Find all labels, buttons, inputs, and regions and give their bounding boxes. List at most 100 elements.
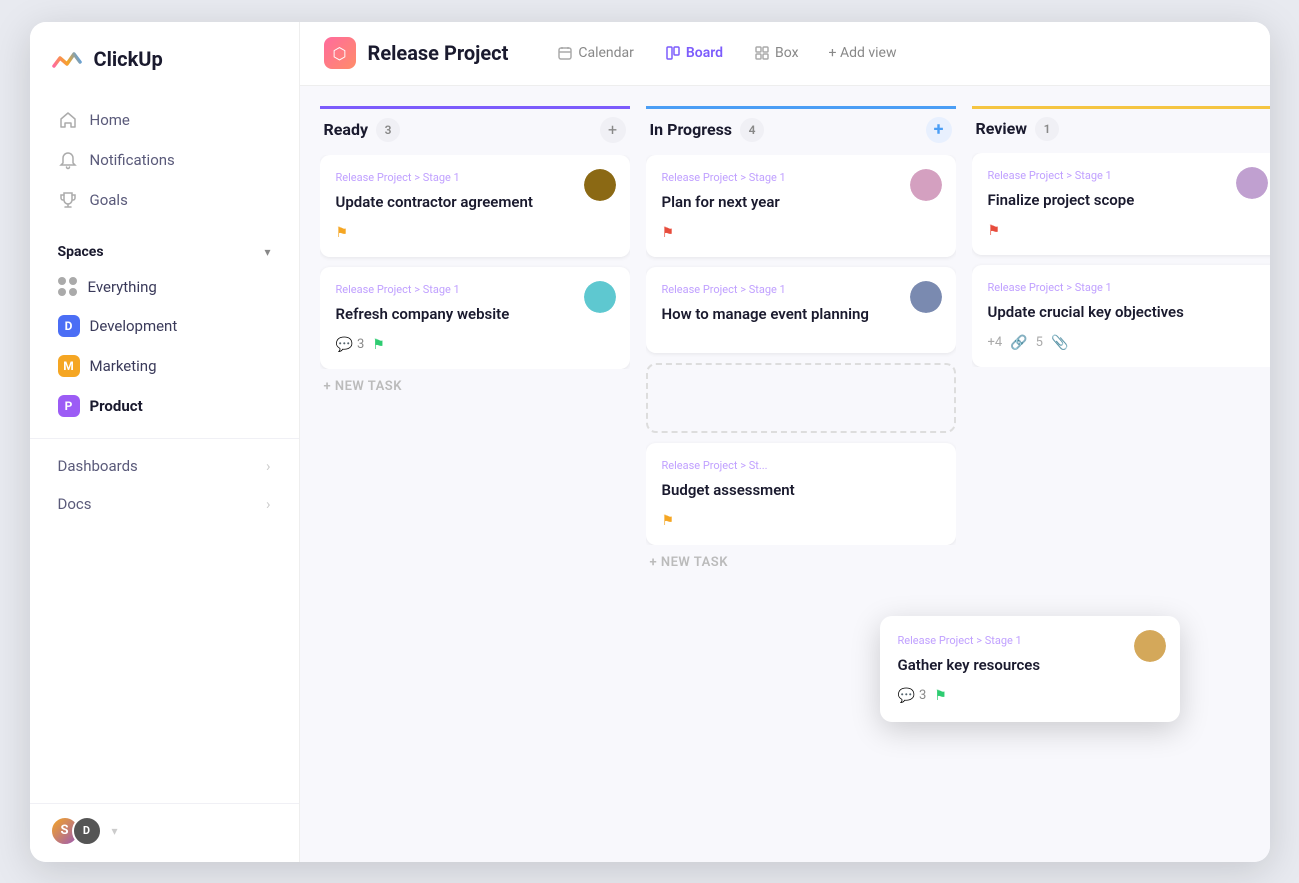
card-meta-5: Release Project > St...: [662, 459, 940, 472]
paperclip-icon-7: 🔗: [1010, 335, 1027, 351]
chevron-down-icon[interactable]: ▾: [264, 245, 270, 259]
tab-box[interactable]: Box: [741, 39, 813, 67]
card-footer-7: +4 🔗 5 📎: [988, 335, 1266, 351]
sidebar-item-goals[interactable]: Goals: [38, 180, 291, 220]
clickup-logo-icon: [50, 42, 84, 76]
user-dropdown-icon[interactable]: ▾: [112, 824, 118, 838]
board-wrapper: Ready 3 + Release Project > Stage 1 Upda…: [300, 86, 1270, 862]
column-header-ready: Ready 3 +: [320, 106, 630, 155]
card-meta-text-2: Release Project > Stage 1: [336, 283, 460, 296]
avatar-circle-6: [1236, 167, 1268, 199]
card-footer-1: ⚑: [336, 225, 614, 241]
sidebar-item-product[interactable]: P Product: [38, 386, 291, 426]
sidebar-item-docs[interactable]: Docs ›: [38, 485, 291, 523]
floating-card-meta: Release Project > Stage 1: [898, 634, 1162, 647]
card-avatar-2: [584, 281, 616, 313]
calendar-tab-label: Calendar: [578, 45, 634, 61]
attachment-icon-7: 📎: [1051, 335, 1068, 351]
avatar-circle-4: [910, 281, 942, 313]
tab-calendar[interactable]: Calendar: [544, 39, 648, 67]
goals-label: Goals: [90, 191, 128, 209]
product-label: Product: [90, 397, 143, 415]
card-meta-1: Release Project > Stage 1: [336, 171, 614, 184]
attachment-count-7: 5: [1036, 335, 1043, 350]
card-title-2: Refresh company website: [336, 304, 614, 325]
card-meta-text-7: Release Project > Stage 1: [988, 281, 1112, 294]
spaces-label: Spaces: [58, 244, 104, 260]
floating-card[interactable]: ✛ Release Project > Stage 1 Gather key r…: [880, 616, 1180, 722]
column-add-in-progress[interactable]: +: [926, 117, 952, 143]
flag-red-icon-3: ⚑: [662, 225, 675, 241]
floating-card-title: Gather key resources: [898, 655, 1162, 676]
card-meta-text-1: Release Project > Stage 1: [336, 171, 460, 184]
new-task-in-progress[interactable]: + NEW TASK: [646, 545, 956, 580]
sidebar-item-dashboards[interactable]: Dashboards ›: [38, 447, 291, 485]
card-drop-zone: [646, 363, 956, 433]
sidebar-item-everything[interactable]: Everything: [38, 268, 291, 306]
comment-icon-2: 💬: [336, 337, 353, 353]
avatar-circle-2: [584, 281, 616, 313]
card-update-objectives[interactable]: Release Project > Stage 1 Update crucial…: [972, 265, 1270, 367]
floating-comment-icon: 💬: [898, 688, 915, 704]
card-plan-next-year[interactable]: Release Project > Stage 1 Plan for next …: [646, 155, 956, 257]
column-count-in-progress: 4: [740, 118, 764, 142]
card-budget-assessment[interactable]: Release Project > St... Budget assessmen…: [646, 443, 956, 545]
board-icon: [666, 46, 680, 60]
top-bar: ⬡ Release Project Calendar Board: [300, 22, 1270, 86]
docs-label: Docs: [58, 495, 92, 513]
floating-flag-icon: ⚑: [934, 688, 947, 704]
dashboards-arrow-icon: ›: [266, 457, 271, 475]
everything-label: Everything: [88, 278, 157, 296]
column-ready: Ready 3 + Release Project > Stage 1 Upda…: [320, 106, 630, 404]
home-label: Home: [90, 111, 130, 129]
sidebar-item-notifications[interactable]: Notifications: [38, 140, 291, 180]
board-area: Ready 3 + Release Project > Stage 1 Upda…: [300, 86, 1270, 862]
view-tabs: Calendar Board Box: [544, 39, 908, 67]
column-count-ready: 3: [376, 118, 400, 142]
column-in-progress: In Progress 4 + Release Project > Stage …: [646, 106, 956, 580]
card-meta-text-4: Release Project > Stage 1: [662, 283, 786, 296]
development-label: Development: [90, 317, 178, 335]
card-meta-4: Release Project > Stage 1: [662, 283, 940, 296]
user-area: S D ▾: [30, 803, 299, 846]
card-title-7: Update crucial key objectives: [988, 302, 1266, 323]
column-title-ready: Ready: [324, 120, 369, 139]
card-refresh-website[interactable]: Release Project > Stage 1 Refresh compan…: [320, 267, 630, 369]
flag-green-icon-2: ⚑: [372, 337, 385, 353]
card-update-contractor[interactable]: Release Project > Stage 1 Update contrac…: [320, 155, 630, 257]
add-view-button[interactable]: + Add view: [817, 39, 909, 67]
avatar-circle-1: [584, 169, 616, 201]
box-tab-label: Box: [775, 45, 799, 61]
avatar-secondary: D: [72, 816, 102, 846]
sidebar-item-development[interactable]: D Development: [38, 306, 291, 346]
docs-arrow-icon: ›: [266, 495, 271, 513]
card-footer-6: ⚑: [988, 223, 1266, 239]
new-task-ready[interactable]: + NEW TASK: [320, 369, 630, 404]
card-finalize-scope[interactable]: Release Project > Stage 1 Finalize proje…: [972, 153, 1270, 255]
column-add-ready[interactable]: +: [600, 117, 626, 143]
floating-comment-badge: 💬 3: [898, 688, 927, 704]
tab-board[interactable]: Board: [652, 39, 737, 67]
card-meta-3: Release Project > Stage 1: [662, 171, 940, 184]
card-manage-event[interactable]: Release Project > Stage 1 How to manage …: [646, 267, 956, 353]
project-title-area: ⬡ Release Project: [324, 37, 509, 69]
card-title-3: Plan for next year: [662, 192, 940, 213]
column-title-in-progress: In Progress: [650, 120, 733, 139]
home-icon: [58, 110, 78, 130]
card-footer-2: 💬 3 ⚑: [336, 337, 614, 353]
sidebar-item-home[interactable]: Home: [38, 100, 291, 140]
card-meta-7: Release Project > Stage 1: [988, 281, 1266, 294]
column-count-review: 1: [1035, 117, 1059, 141]
cards-in-progress: Release Project > Stage 1 Plan for next …: [646, 155, 956, 545]
card-avatar-3: [910, 169, 942, 201]
marketing-badge: M: [58, 355, 80, 377]
notifications-label: Notifications: [90, 151, 175, 169]
card-title-6: Finalize project scope: [988, 190, 1266, 211]
card-meta-text-5: Release Project > St...: [662, 459, 768, 472]
floating-card-avatar: [1134, 630, 1166, 662]
sidebar-item-marketing[interactable]: M Marketing: [38, 346, 291, 386]
spaces-header: Spaces ▾: [38, 236, 291, 268]
card-avatar-6: [1236, 167, 1268, 199]
flag-orange-icon-5: ⚑: [662, 513, 675, 529]
floating-comment-count: 3: [919, 688, 926, 703]
